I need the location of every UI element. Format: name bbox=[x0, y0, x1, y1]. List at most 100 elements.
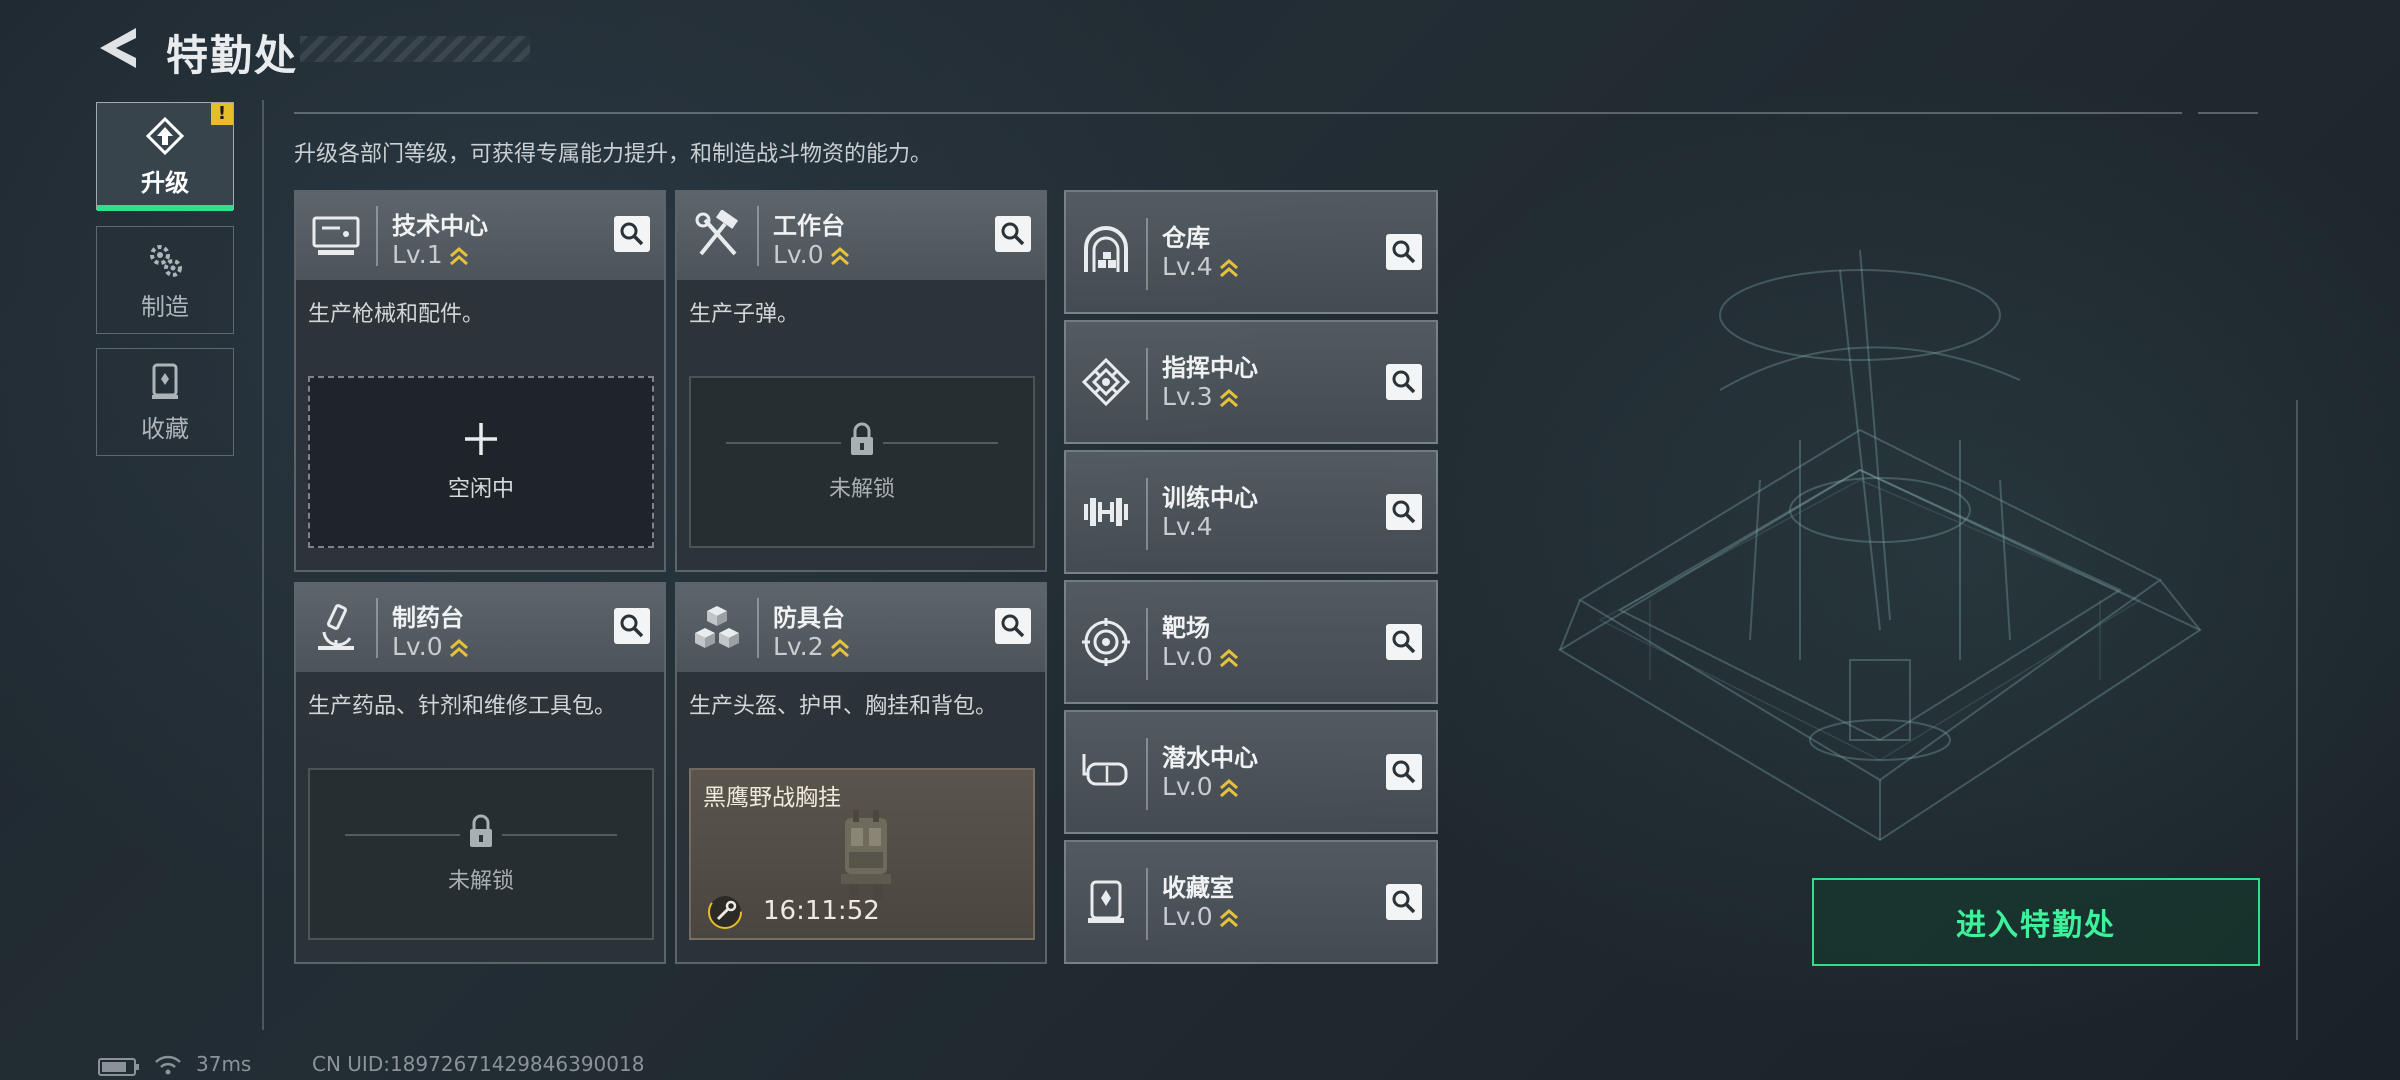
level-text: Lv.3 bbox=[1162, 382, 1213, 411]
facility-card-training-center[interactable]: 训练中心 Lv.4 bbox=[1064, 450, 1438, 574]
upgrade-chevron-icon bbox=[449, 247, 468, 266]
collection-icon bbox=[152, 363, 178, 399]
lock-icon bbox=[851, 422, 873, 455]
gears-icon bbox=[150, 244, 182, 277]
plus-icon bbox=[465, 423, 497, 455]
search-button[interactable] bbox=[1386, 494, 1422, 530]
card-divider bbox=[376, 598, 378, 658]
lock-icon bbox=[470, 814, 492, 847]
wrench-timer-icon bbox=[708, 895, 742, 929]
card-divider bbox=[1146, 868, 1148, 940]
alert-badge: ! bbox=[211, 103, 233, 125]
facility-name: 技术中心 bbox=[392, 212, 488, 240]
level-text: Lv.1 bbox=[392, 240, 443, 269]
top-rule-right bbox=[2198, 112, 2258, 114]
card-divider bbox=[1146, 218, 1148, 290]
title-stripe bbox=[300, 36, 530, 62]
armor-boxes-icon bbox=[695, 606, 739, 648]
tab-craft-label: 制造 bbox=[141, 292, 189, 321]
facility-name: 仓库 bbox=[1162, 224, 1210, 252]
level-text: Lv.4 bbox=[1162, 512, 1213, 541]
upgrade-chevron-icon bbox=[1219, 779, 1238, 798]
search-button[interactable] bbox=[995, 216, 1031, 252]
battery-icon bbox=[98, 1058, 139, 1076]
search-button[interactable] bbox=[1386, 364, 1422, 400]
facility-level: Lv.2 bbox=[773, 632, 850, 661]
collection-room-icon bbox=[1088, 880, 1124, 923]
facility-name: 潜水中心 bbox=[1162, 744, 1258, 772]
target-icon bbox=[1082, 618, 1130, 666]
facility-name: 制药台 bbox=[392, 604, 464, 632]
card-divider bbox=[1146, 608, 1148, 680]
search-button[interactable] bbox=[995, 608, 1031, 644]
production-slot-locked: 未解锁 bbox=[689, 376, 1035, 548]
facility-name: 靶场 bbox=[1162, 614, 1210, 642]
facility-level: Lv.4 bbox=[1162, 512, 1213, 541]
command-icon bbox=[1081, 357, 1131, 407]
level-text: Lv.2 bbox=[773, 632, 824, 661]
search-button[interactable] bbox=[1386, 624, 1422, 660]
level-text: Lv.0 bbox=[1162, 642, 1213, 671]
search-button[interactable] bbox=[614, 608, 650, 644]
facility-level: Lv.3 bbox=[1162, 382, 1239, 411]
production-slot-crafting[interactable]: 黑鹰野战胸挂 16:11:52 bbox=[689, 768, 1035, 940]
upgrade-chevron-icon bbox=[1219, 259, 1238, 278]
facility-level: Lv.0 bbox=[1162, 772, 1239, 801]
facility-level: Lv.0 bbox=[392, 632, 469, 661]
tab-upgrade-label: 升级 bbox=[141, 168, 189, 197]
facility-card-tech-center[interactable]: 技术中心 Lv.1 生产枪械和配件。 空闲中 bbox=[294, 190, 666, 572]
production-slot-locked: 未解锁 bbox=[308, 768, 654, 940]
facility-name: 训练中心 bbox=[1162, 484, 1258, 512]
facility-level: Lv.1 bbox=[392, 240, 469, 269]
back-button[interactable] bbox=[96, 24, 144, 72]
facility-name: 指挥中心 bbox=[1162, 354, 1258, 382]
facility-card-warehouse[interactable]: 仓库 Lv.4 bbox=[1064, 190, 1438, 314]
facility-card-armor-bench[interactable]: 防具台 Lv.2 生产头盔、护甲、胸挂和背包。 黑鹰野战胸挂 16:11:52 bbox=[675, 582, 1047, 964]
card-divider bbox=[757, 206, 759, 266]
crafting-item-name: 黑鹰野战胸挂 bbox=[703, 785, 841, 811]
tools-icon bbox=[695, 210, 739, 256]
facility-name: 工作台 bbox=[773, 212, 845, 240]
upgrade-chevron-icon bbox=[1219, 389, 1238, 408]
card-divider bbox=[1146, 738, 1148, 810]
facility-card-collection-room[interactable]: 收藏室 Lv.0 bbox=[1064, 840, 1438, 964]
slot-status-label: 未解锁 bbox=[828, 477, 895, 502]
diving-mask-icon bbox=[1082, 754, 1128, 786]
warehouse-icon bbox=[1084, 226, 1128, 272]
ping-readout: 37ms bbox=[196, 1052, 252, 1076]
search-button[interactable] bbox=[1386, 234, 1422, 270]
card-divider bbox=[1146, 478, 1148, 550]
facility-description: 生产子弹。 bbox=[689, 302, 800, 327]
facility-level: Lv.0 bbox=[1162, 642, 1239, 671]
tab-collection[interactable]: 收藏 bbox=[96, 348, 234, 456]
dumbbell-icon bbox=[1084, 498, 1128, 526]
slot-status-label: 空闲中 bbox=[447, 477, 514, 502]
slot-status-label: 未解锁 bbox=[447, 869, 514, 894]
page-title: 特勤处 bbox=[166, 31, 299, 80]
search-button[interactable] bbox=[1386, 754, 1422, 790]
facility-card-command-center[interactable]: 指挥中心 Lv.3 bbox=[1064, 320, 1438, 444]
search-button[interactable] bbox=[1386, 884, 1422, 920]
facility-description: 生产头盔、护甲、胸挂和背包。 bbox=[689, 694, 998, 719]
search-button[interactable] bbox=[614, 216, 650, 252]
upgrade-chevron-icon bbox=[1219, 909, 1238, 928]
enter-special-ops-button[interactable]: 进入特勤处 bbox=[1812, 878, 2260, 966]
facility-description: 生产枪械和配件。 bbox=[308, 302, 485, 327]
base-illustration bbox=[1558, 249, 2203, 842]
uid-readout: CN UID:18972671429846390018 bbox=[312, 1052, 645, 1076]
facility-card-pharmacy[interactable]: 制药台 Lv.0 生产药品、针剂和维修工具包。 未解锁 bbox=[294, 582, 666, 964]
level-text: Lv.0 bbox=[1162, 772, 1213, 801]
facility-card-diving-center[interactable]: 潜水中心 Lv.0 bbox=[1064, 710, 1438, 834]
tab-craft[interactable]: 制造 bbox=[96, 226, 234, 334]
tab-upgrade[interactable]: ! 升级 bbox=[96, 102, 234, 211]
top-rule bbox=[294, 112, 2182, 114]
upgrade-chevron-icon bbox=[830, 247, 849, 266]
computer-icon bbox=[312, 216, 360, 255]
chest-rig-image bbox=[841, 810, 891, 900]
production-slot-idle[interactable]: 空闲中 bbox=[308, 376, 654, 548]
facility-name: 收藏室 bbox=[1162, 874, 1234, 902]
card-divider bbox=[757, 598, 759, 658]
facility-card-shooting-range[interactable]: 靶场 Lv.0 bbox=[1064, 580, 1438, 704]
facility-card-workbench[interactable]: 工作台 Lv.0 生产子弹。 未解锁 bbox=[675, 190, 1047, 572]
facility-name: 防具台 bbox=[773, 604, 845, 632]
